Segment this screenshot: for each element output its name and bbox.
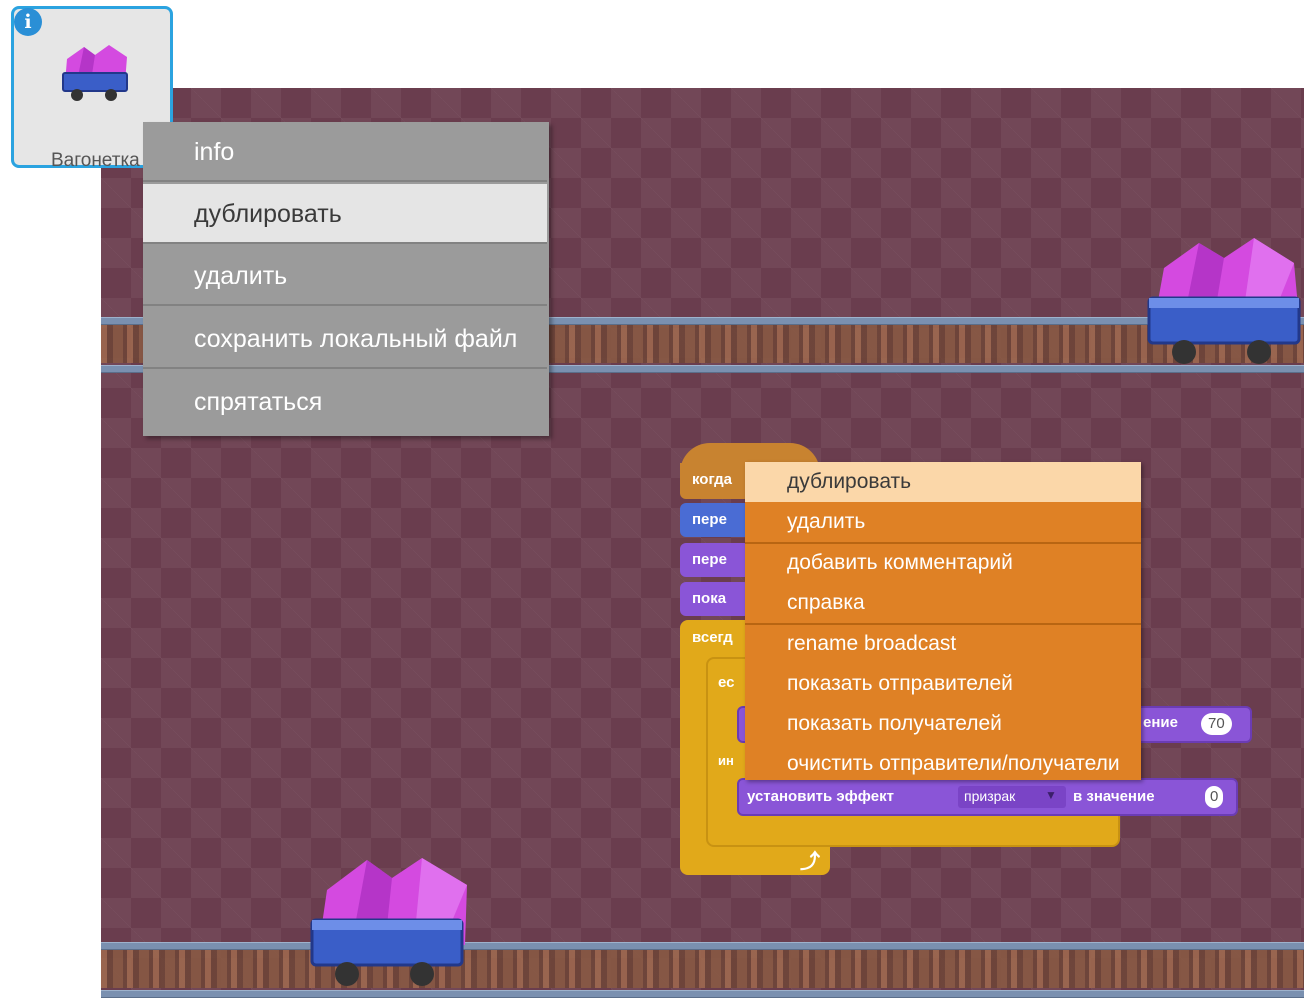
block-menu-help[interactable]: справка	[745, 583, 1141, 623]
effect-value-input[interactable]: 0	[1205, 786, 1224, 808]
info-icon[interactable]: i	[14, 8, 42, 36]
cart-sprite-right[interactable]	[1144, 228, 1304, 373]
block-menu-show-receivers[interactable]: показать получателей	[745, 704, 1141, 744]
set-effect-value-input[interactable]: 70	[1201, 713, 1232, 735]
menu-item-duplicate[interactable]: дублировать	[143, 184, 547, 244]
effect-dropdown[interactable]: призрак ▼	[958, 786, 1066, 808]
looks-block-show[interactable]: пока	[680, 582, 750, 616]
block-menu-delete[interactable]: удалить	[745, 502, 1141, 542]
menu-item-delete[interactable]: удалить	[143, 246, 547, 306]
looks-block-1[interactable]: пере	[680, 543, 750, 577]
block-menu-add-comment[interactable]: добавить комментарий	[745, 543, 1141, 583]
block-menu-duplicate[interactable]: дублировать	[745, 462, 1141, 502]
effect-dropdown-value: призрак	[964, 788, 1016, 804]
motion-block-1[interactable]: пере	[680, 503, 750, 537]
menu-item-save-local-file[interactable]: сохранить локальный файл	[143, 309, 547, 369]
block-menu-rename-broadcast[interactable]: rename broadcast	[745, 624, 1141, 664]
sprite-context-menu: info дублировать удалить сохранить локал…	[143, 122, 549, 436]
set-effect-label: установить эффект	[747, 788, 894, 805]
set-effect-value-label: ение	[1143, 714, 1178, 731]
cart-thumbnail-icon	[62, 45, 128, 101]
sprite-name: Вагонетка	[51, 150, 140, 171]
chevron-down-icon: ▼	[1045, 788, 1057, 802]
cart-sprite-bottom[interactable]	[307, 850, 472, 995]
menu-item-info[interactable]: info	[143, 122, 547, 182]
forever-block-label: всегд	[692, 629, 733, 646]
block-context-menu: дублировать удалить добавить комментарий…	[745, 462, 1141, 780]
rail-track-bottom	[101, 940, 1304, 998]
in-value-label: в значение	[1073, 788, 1155, 805]
when-hat-block[interactable]: когда	[680, 463, 750, 499]
block-menu-show-senders[interactable]: показать отправителей	[745, 664, 1141, 704]
menu-item-hide[interactable]: спрятаться	[143, 372, 547, 432]
block-menu-clear-senders-receivers[interactable]: очистить отправители/получатели	[745, 744, 1141, 784]
loop-arrow-icon: ⤴	[800, 851, 820, 873]
